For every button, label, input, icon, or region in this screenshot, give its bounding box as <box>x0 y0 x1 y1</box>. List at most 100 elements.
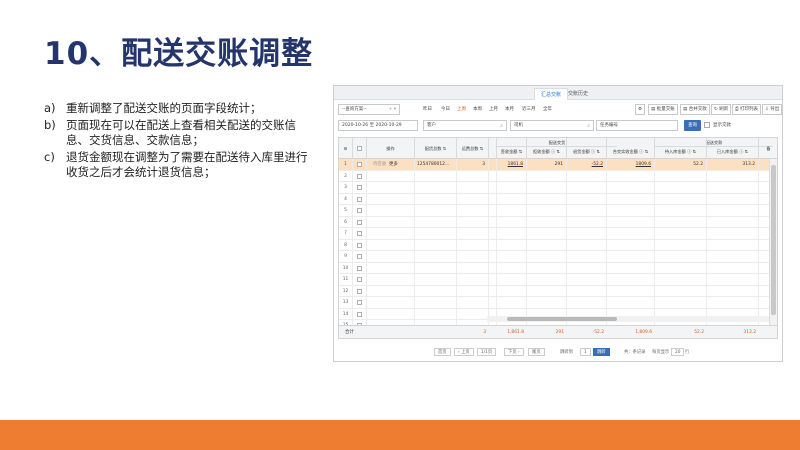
row-checkbox[interactable] <box>357 242 362 248</box>
merge-payment-button[interactable]: ▤ 合并交款 <box>680 104 710 115</box>
quick-date-three-months[interactable]: 近三月 <box>522 106 536 112</box>
header-return-amount[interactable]: 退货金额 ⓘ ⇅ <box>567 138 607 159</box>
row-checkbox[interactable] <box>357 300 362 305</box>
row-checkbox[interactable] <box>357 219 362 225</box>
prev-page-button[interactable]: ‹ 上页 <box>454 348 474 356</box>
page-info: 1/1页 <box>477 348 497 356</box>
table-row[interactable]: 12 <box>339 285 769 297</box>
refresh-button[interactable]: ↻ 刷新 <box>711 104 732 115</box>
row-checkbox-cell[interactable] <box>353 216 367 228</box>
row-checkbox-cell[interactable] <box>353 193 367 205</box>
quick-date-year[interactable]: 全年 <box>543 106 552 112</box>
table-row[interactable]: 8 <box>339 239 769 251</box>
row-checkbox[interactable] <box>357 196 362 202</box>
table-row[interactable]: 9 <box>339 251 769 263</box>
row-checkbox[interactable] <box>357 311 362 317</box>
row-checkbox[interactable] <box>357 231 362 236</box>
table-row[interactable]: 4 <box>339 193 769 205</box>
row-checkbox[interactable] <box>357 185 362 190</box>
scrollbar-thumb[interactable] <box>507 317 617 321</box>
row-actual-amount[interactable]: 1809.6 <box>607 159 655 171</box>
select-all-checkbox[interactable] <box>357 146 362 151</box>
row-checkbox-cell[interactable] <box>353 159 367 171</box>
row-checkbox[interactable] <box>357 173 362 179</box>
quick-date-last-month[interactable]: 上月 <box>489 106 498 112</box>
first-page-button[interactable]: 首页 <box>434 348 451 356</box>
header-item-count[interactable]: 配货总数 ⇅ <box>415 138 457 159</box>
header-stocked[interactable]: 已入库金额 ⓘ ⇅ <box>707 138 759 159</box>
row-checkbox-cell[interactable] <box>353 170 367 182</box>
batch-settle-button[interactable]: ▤ 批量交账 <box>648 104 678 115</box>
header-rejected-amount[interactable]: 拒收金额 ⓘ ⇅ <box>527 138 567 159</box>
row-cell <box>367 205 415 217</box>
row-cell <box>415 228 457 240</box>
row-cell <box>497 170 527 182</box>
scheme-select[interactable]: --查询方案-- + ▾ <box>338 104 400 115</box>
more-link[interactable]: 更多 <box>389 162 398 167</box>
row-cell <box>415 239 457 251</box>
last-page-button[interactable]: 尾页 <box>528 348 545 356</box>
table-row[interactable]: 1 待签收 更多 1254780012... 3 1861.8 291 -52.… <box>339 159 769 171</box>
settings-header[interactable]: ⚙ <box>339 138 353 159</box>
header-signed-amount[interactable]: 签收金额 ⇅ <box>497 138 527 159</box>
header-pending-stock[interactable]: 待入库金额 ⓘ ⇅ <box>655 138 707 159</box>
select-all-header[interactable] <box>353 138 367 159</box>
sign-link[interactable]: 待签收 <box>373 162 386 167</box>
print-list-button[interactable]: ⎙ 打印列表 <box>732 104 762 115</box>
page-size-input[interactable]: 20 <box>671 348 685 356</box>
bullet-marker: c) <box>44 150 55 164</box>
date-range-input[interactable]: 2020-10-26 至 2020-10-29 <box>338 120 418 131</box>
row-checkbox-cell[interactable] <box>353 308 367 320</box>
row-checkbox-cell[interactable] <box>353 285 367 297</box>
quick-date-this-month[interactable]: 本月 <box>505 106 514 112</box>
quick-date-this-week[interactable]: 本周 <box>473 106 482 112</box>
header-label: 签收金额 <box>500 149 518 154</box>
table-row[interactable]: 11 <box>339 274 769 286</box>
header-actual-amount[interactable]: 合交实收金额 ⓘ ⇅ <box>607 138 655 159</box>
row-cell <box>489 285 497 297</box>
table-row[interactable]: 2 <box>339 170 769 182</box>
vertical-scrollbar[interactable] <box>769 159 777 328</box>
quick-date-today[interactable]: 今日 <box>441 106 450 112</box>
export-button[interactable]: ⇩ 导出 <box>762 104 782 115</box>
table-row[interactable]: 6 <box>339 216 769 228</box>
customer-input[interactable]: 客户 ⌕ <box>423 120 507 131</box>
table-row[interactable]: 3 <box>339 182 769 194</box>
header-freight[interactable]: 运费总数 ⇅ <box>457 138 489 159</box>
row-checkbox-cell[interactable] <box>353 297 367 309</box>
row-cell <box>567 228 607 240</box>
horizontal-scrollbar[interactable] <box>487 316 771 322</box>
quick-date-last-week[interactable]: 上周 <box>457 106 466 112</box>
settings-button[interactable]: ⚙ <box>635 104 646 115</box>
scrollbar-thumb[interactable] <box>771 165 776 315</box>
jump-button[interactable]: 跳转 <box>593 348 610 356</box>
row-checkbox-cell[interactable] <box>353 262 367 274</box>
jump-input[interactable]: 1 <box>580 348 591 356</box>
row-checkbox[interactable] <box>357 254 362 259</box>
row-checkbox-cell[interactable] <box>353 239 367 251</box>
summary-signed: 1,861.8 <box>507 330 524 335</box>
row-checkbox[interactable] <box>357 162 362 167</box>
table-row[interactable]: 5 <box>339 205 769 217</box>
row-return-amount[interactable]: -52.2 <box>567 159 607 171</box>
tab-history[interactable]: 交账历史 <box>562 88 594 100</box>
table-row[interactable]: 7 <box>339 228 769 240</box>
table-row[interactable]: 10 <box>339 262 769 274</box>
query-button[interactable]: 查询 <box>684 120 701 131</box>
quick-date-yesterday[interactable]: 昨日 <box>423 106 432 112</box>
row-checkbox-cell[interactable] <box>353 182 367 194</box>
next-page-button[interactable]: 下页 › <box>504 348 524 356</box>
show-payment-checkbox[interactable] <box>704 122 710 128</box>
row-checkbox-cell[interactable] <box>353 274 367 286</box>
row-checkbox-cell[interactable] <box>353 228 367 240</box>
table-row[interactable]: 13 <box>339 297 769 309</box>
row-checkbox[interactable] <box>357 265 362 271</box>
row-checkbox[interactable] <box>357 277 362 282</box>
row-checkbox[interactable] <box>357 288 362 294</box>
task-number-input[interactable]: 任务编号 <box>596 120 678 131</box>
driver-input[interactable]: 司机 ⌕ <box>510 120 594 131</box>
row-checkbox[interactable] <box>357 208 362 213</box>
row-signed-amount[interactable]: 1861.8 <box>497 159 527 171</box>
row-checkbox-cell[interactable] <box>353 251 367 263</box>
row-checkbox-cell[interactable] <box>353 205 367 217</box>
